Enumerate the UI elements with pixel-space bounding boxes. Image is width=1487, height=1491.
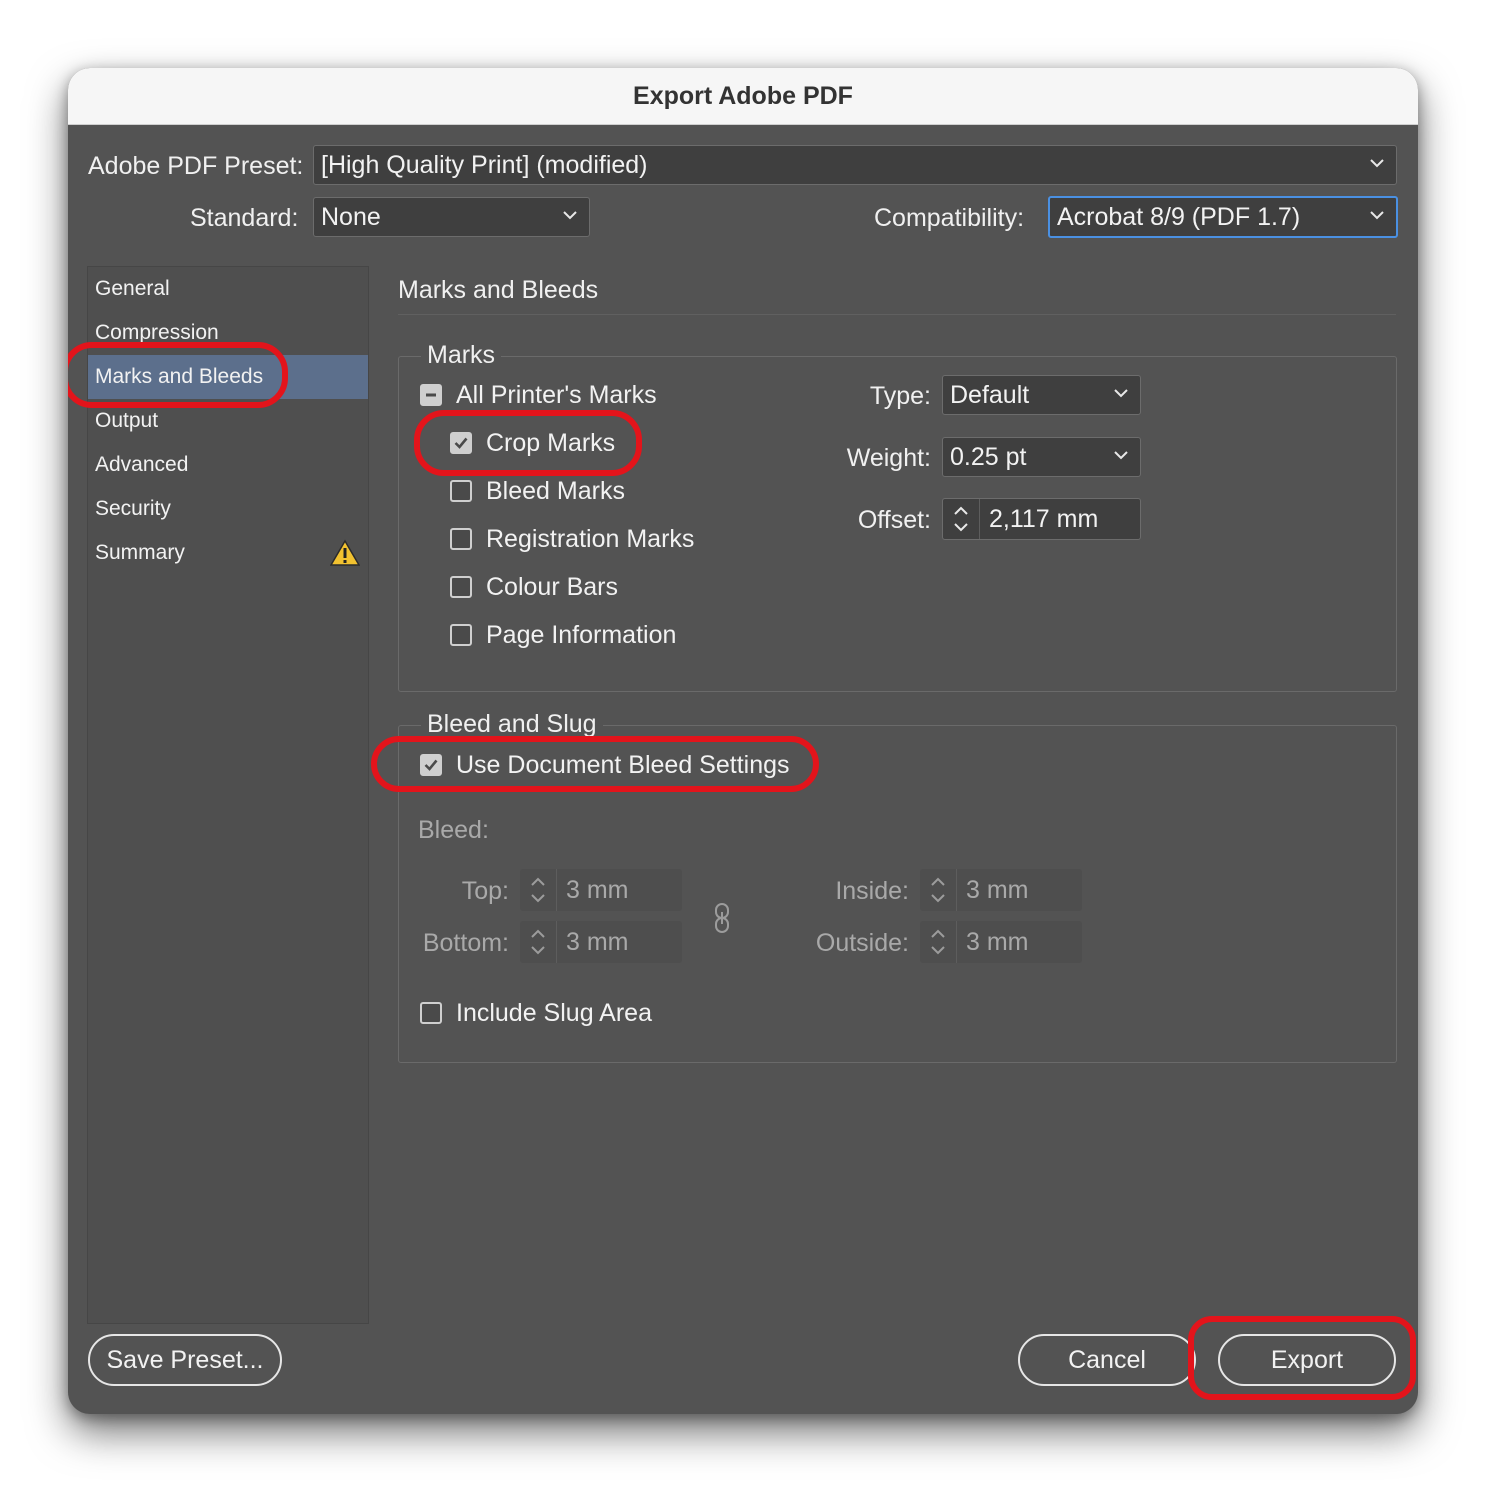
use-document-bleed-checkbox[interactable] (420, 754, 442, 776)
chevron-down-icon (1370, 211, 1384, 220)
minus-icon (426, 393, 436, 397)
panel-title: Marks and Bleeds (398, 276, 599, 304)
all-printers-marks-label: All Printer's Marks (456, 381, 657, 409)
offset-value: 2,117 mm (989, 504, 1099, 533)
colour-bars-checkbox[interactable] (450, 576, 472, 598)
bleed-marks-checkbox[interactable] (450, 480, 472, 502)
bleed-top-stepper[interactable]: 3 mm (520, 869, 682, 911)
compatibility-select[interactable]: Acrobat 8/9 (PDF 1.7) (1048, 196, 1398, 238)
bleed-outside-label: Outside: (815, 929, 909, 957)
dialog-title: Export Adobe PDF (68, 68, 1418, 125)
bleed-outside-stepper[interactable]: 3 mm (920, 921, 1082, 963)
bleed-bottom-label: Bottom: (422, 929, 509, 957)
bleed-marks-label: Bleed Marks (486, 477, 625, 505)
bleed-bottom-value: 3 mm (566, 927, 629, 956)
sidebar-item-label: Advanced (95, 453, 189, 476)
warning-icon (330, 539, 360, 566)
crop-marks-label: Crop Marks (486, 429, 616, 457)
sidebar-item-label: Compression (95, 321, 219, 344)
standard-value: None (321, 202, 381, 231)
standard-label: Standard: (190, 204, 299, 232)
link-chain-icon[interactable] (712, 902, 732, 934)
chevron-down-icon (1114, 389, 1128, 398)
sidebar-item-marks-and-bleeds[interactable]: Marks and Bleeds (88, 355, 368, 399)
up-down-arrows-icon (954, 506, 968, 532)
bleed-outside-arrows[interactable] (920, 921, 957, 963)
use-document-bleed-label: Use Document Bleed Settings (456, 751, 790, 779)
sidebar-item-security[interactable]: Security (88, 487, 368, 531)
registration-marks-checkbox[interactable] (450, 528, 472, 550)
category-sidebar: General Compression Marks and Bleeds Out… (87, 266, 369, 1324)
panel-divider (398, 314, 1396, 315)
bleed-bottom-arrows[interactable] (520, 921, 557, 963)
bleed-slug-legend: Bleed and Slug (421, 709, 603, 739)
registration-marks-label: Registration Marks (486, 525, 695, 553)
preset-label: Adobe PDF Preset: (88, 152, 304, 180)
sidebar-item-label: Marks and Bleeds (95, 365, 264, 388)
compatibility-label: Compatibility: (874, 204, 1025, 232)
checkmark-icon (424, 759, 438, 771)
sidebar-item-summary[interactable]: Summary (88, 531, 368, 575)
bleed-inside-label: Inside: (835, 877, 909, 905)
export-pdf-dialog: Export Adobe PDF Adobe PDF Preset: [High… (68, 68, 1418, 1414)
chevron-down-icon (1114, 451, 1128, 460)
sidebar-item-label: Security (95, 497, 171, 520)
sidebar-item-general[interactable]: General (88, 267, 368, 311)
up-down-arrows-icon (931, 877, 945, 903)
type-value: Default (950, 380, 1030, 409)
weight-label: Weight: (846, 444, 931, 472)
weight-select[interactable]: 0.25 pt (942, 437, 1141, 477)
bleed-outside-value: 3 mm (966, 927, 1029, 956)
sidebar-item-label: General (95, 277, 170, 300)
offset-stepper-arrows[interactable] (943, 499, 980, 539)
bleed-top-value: 3 mm (566, 875, 629, 904)
type-select[interactable]: Default (942, 375, 1141, 415)
bleed-inside-arrows[interactable] (920, 869, 957, 911)
sidebar-item-label: Output (95, 409, 159, 432)
preset-select[interactable]: [High Quality Print] (modified) (313, 145, 1397, 185)
bleed-inside-value: 3 mm (966, 875, 1029, 904)
all-printers-marks-checkbox[interactable] (420, 384, 442, 406)
weight-value: 0.25 pt (950, 442, 1027, 471)
compatibility-value: Acrobat 8/9 (PDF 1.7) (1057, 202, 1301, 231)
export-button[interactable]: Export (1218, 1334, 1396, 1386)
cancel-button[interactable]: Cancel (1018, 1334, 1196, 1386)
page-information-label: Page Information (486, 621, 677, 649)
up-down-arrows-icon (931, 929, 945, 955)
sidebar-item-output[interactable]: Output (88, 399, 368, 443)
include-slug-checkbox[interactable] (420, 1002, 442, 1024)
chevron-down-icon (563, 211, 577, 220)
sidebar-item-compression[interactable]: Compression (88, 311, 368, 355)
type-label: Type: (869, 382, 931, 410)
checkmark-icon (454, 437, 468, 449)
sidebar-item-advanced[interactable]: Advanced (88, 443, 368, 487)
offset-label: Offset: (857, 506, 931, 534)
bleed-label: Bleed: (418, 816, 489, 844)
save-preset-button[interactable]: Save Preset... (88, 1334, 282, 1386)
bleed-bottom-stepper[interactable]: 3 mm (520, 921, 682, 963)
page-information-checkbox[interactable] (450, 624, 472, 646)
colour-bars-label: Colour Bars (486, 573, 618, 601)
preset-value: [High Quality Print] (modified) (321, 150, 648, 179)
bleed-top-arrows[interactable] (520, 869, 557, 911)
up-down-arrows-icon (531, 877, 545, 903)
up-down-arrows-icon (531, 929, 545, 955)
chevron-down-icon (1370, 159, 1384, 168)
standard-select[interactable]: None (313, 197, 590, 237)
sidebar-item-label: Summary (95, 541, 185, 564)
crop-marks-checkbox[interactable] (450, 432, 472, 454)
marks-legend: Marks (421, 340, 502, 370)
bleed-inside-stepper[interactable]: 3 mm (920, 869, 1082, 911)
include-slug-label: Include Slug Area (456, 999, 652, 1027)
offset-stepper[interactable]: 2,117 mm (942, 498, 1141, 540)
bleed-top-label: Top: (461, 877, 509, 905)
